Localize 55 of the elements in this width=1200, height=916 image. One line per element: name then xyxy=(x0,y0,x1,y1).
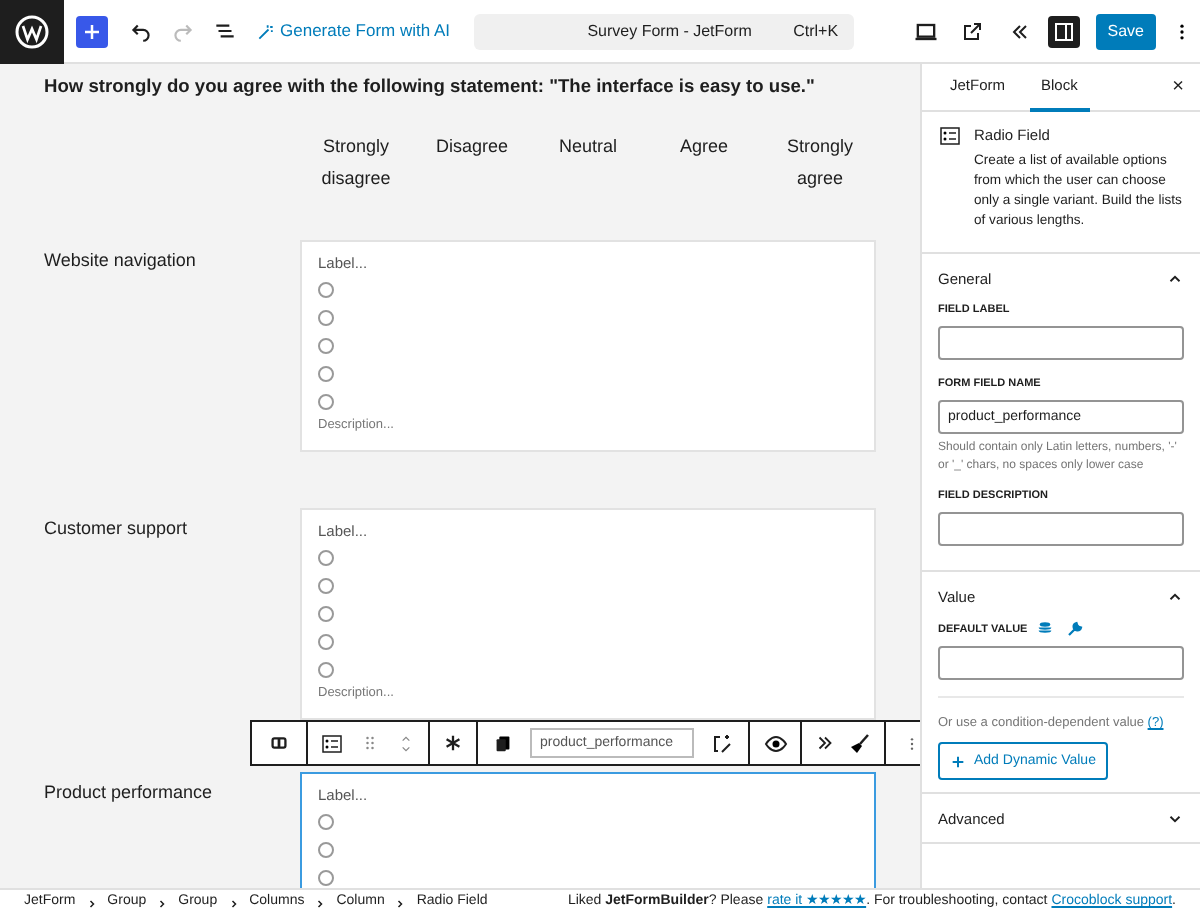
chevron-right-icon xyxy=(314,897,327,909)
external-link-icon[interactable] xyxy=(959,19,984,43)
radio-list-icon xyxy=(938,124,962,148)
radio-button[interactable] xyxy=(318,310,334,327)
radio-button[interactable] xyxy=(318,338,334,355)
scale-label: Strongly disagree xyxy=(319,133,393,192)
eye-icon[interactable] xyxy=(763,731,787,755)
radio-list-icon[interactable] xyxy=(320,731,344,755)
chevron-right-icon xyxy=(394,897,407,909)
columns-icon[interactable] xyxy=(268,732,290,754)
radio-button[interactable] xyxy=(318,578,334,595)
database-icon[interactable] xyxy=(1035,620,1054,639)
text-input[interactable] xyxy=(938,512,1184,547)
asterisk-icon[interactable] xyxy=(442,732,464,754)
brush-icon[interactable] xyxy=(848,731,872,755)
question-text: How strongly do you agree with the following statement: "The interface is easy to use." xyxy=(42,74,817,100)
double-chevron-icon[interactable] xyxy=(1007,19,1032,43)
radio-button[interactable] xyxy=(318,606,334,623)
text-input[interactable] xyxy=(938,646,1184,681)
row-label: Product performance xyxy=(42,780,215,806)
sidebar-icon xyxy=(1051,19,1076,43)
command-palette-field[interactable]: Survey Form - JetForm Ctrl+K xyxy=(474,13,855,49)
chevron-right-icon xyxy=(227,897,240,909)
row-label: Website navigation xyxy=(42,248,198,274)
scale-label: Agree xyxy=(677,133,731,160)
plus-icon xyxy=(80,19,104,43)
radio-button[interactable] xyxy=(318,634,334,651)
radio-button[interactable] xyxy=(318,842,334,859)
radio-button[interactable] xyxy=(318,394,334,411)
radio-button[interactable] xyxy=(318,662,334,679)
double-chevron-right-icon[interactable] xyxy=(814,732,836,754)
generate-ai-button[interactable]: Generate Form with AI xyxy=(256,18,451,44)
magic-wand-icon xyxy=(256,21,276,41)
scale-label: Strongly agree xyxy=(784,133,856,192)
chevron-right-icon xyxy=(85,897,98,909)
sidebar-toggle-button[interactable] xyxy=(1047,15,1080,47)
scale-label: Disagree xyxy=(433,133,511,160)
wrench-icon[interactable] xyxy=(1065,620,1084,639)
scale-label: Neutral xyxy=(556,133,619,160)
wordpress-logo-icon[interactable] xyxy=(14,13,50,49)
radio-button[interactable] xyxy=(318,870,334,887)
row-label: Customer support xyxy=(42,516,190,542)
close-button[interactable]: × xyxy=(1172,72,1184,102)
add-block-button[interactable] xyxy=(76,15,108,47)
drag-handle-icon[interactable] xyxy=(360,732,380,754)
chevron-right-icon xyxy=(156,897,169,909)
plus-icon xyxy=(950,753,966,770)
text-input[interactable] xyxy=(938,326,1184,361)
radio-button[interactable] xyxy=(318,814,334,831)
magic-edit-icon[interactable] xyxy=(710,731,734,755)
copy-icon[interactable] xyxy=(492,732,514,754)
radio-button[interactable] xyxy=(318,366,334,383)
radio-button[interactable] xyxy=(318,282,334,299)
radio-button[interactable] xyxy=(318,550,334,567)
save-button[interactable]: Save xyxy=(1095,13,1156,49)
